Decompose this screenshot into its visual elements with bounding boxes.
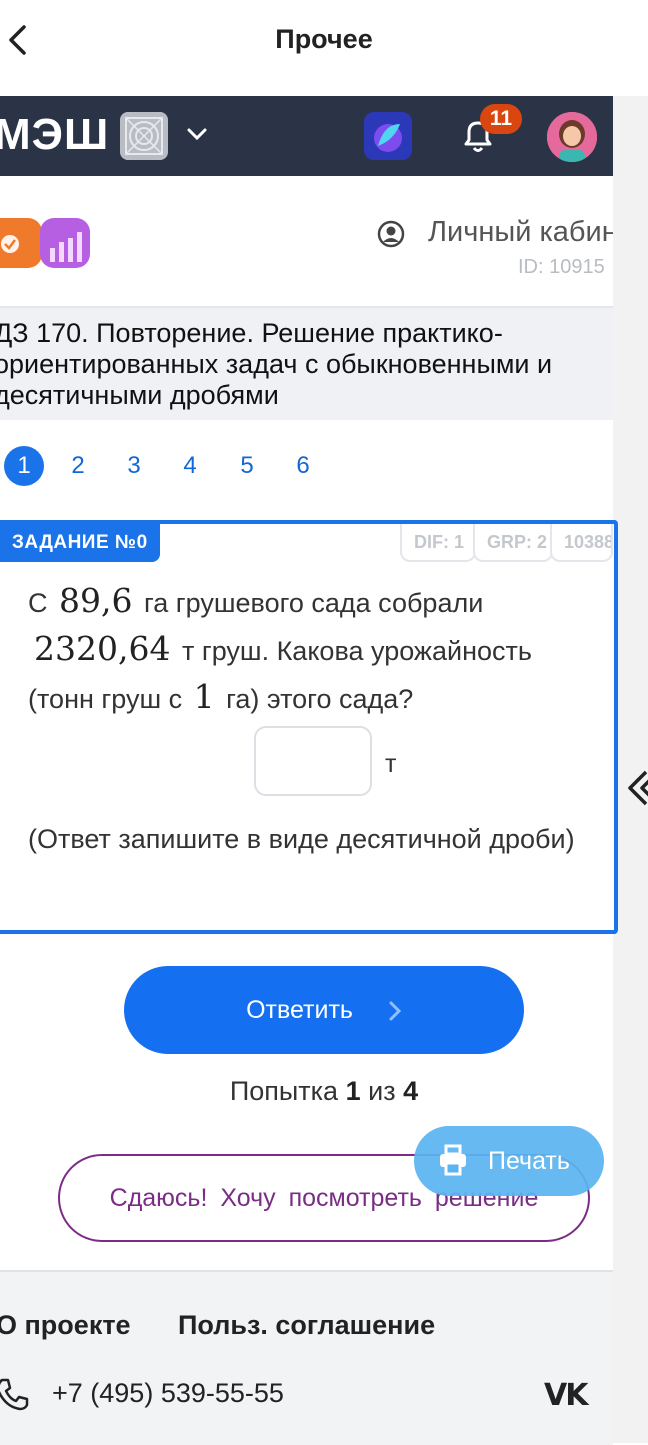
- screen-title: Прочее: [275, 24, 373, 54]
- question-number: 2320,64: [34, 629, 171, 668]
- task-code-tag: 10388: [550, 524, 613, 562]
- print-label: Печать: [488, 1147, 570, 1175]
- badge-check-icon: [1, 235, 19, 253]
- question-number: 1: [193, 677, 215, 716]
- question-text: (тонн груш с: [28, 684, 183, 714]
- topic-title: ДЗ 170. Повторение. Решение практико-ори…: [0, 318, 553, 410]
- printer-icon: [440, 1144, 466, 1176]
- user-avatar[interactable]: [547, 112, 597, 162]
- collapse-panel-icon[interactable]: [626, 768, 648, 808]
- print-button[interactable]: Печать: [414, 1126, 604, 1196]
- page-6[interactable]: 6: [283, 446, 323, 486]
- app-header: МЭШ 11: [0, 96, 613, 176]
- chevron-down-icon[interactable]: [186, 126, 208, 142]
- question-text: га) этого сада?: [226, 684, 414, 714]
- vk-icon[interactable]: VK: [544, 1378, 588, 1413]
- submit-answer-button[interactable]: Ответить: [124, 966, 524, 1054]
- chevron-right-icon: [389, 1001, 402, 1021]
- page-1[interactable]: 1: [4, 446, 44, 486]
- question-number: 89,6: [59, 581, 133, 620]
- difficulty-tag: DIF: 1: [400, 524, 476, 562]
- account-row: Личный кабин ID: 10915: [0, 176, 613, 308]
- group-tag: GRP: 2: [473, 524, 553, 562]
- answer-input[interactable]: [254, 726, 372, 796]
- terms-link[interactable]: Польз. соглашение: [178, 1310, 435, 1341]
- attempt-current: 1: [345, 1076, 361, 1106]
- question-text: С: [28, 588, 48, 618]
- attempt-counter: Попытка 1 из 4: [0, 1076, 648, 1107]
- answer-hint: (Ответ запишите в виде десятичной дроби): [28, 824, 575, 854]
- attempt-text: Попытка: [229, 1076, 339, 1106]
- bar-chart-icon: [50, 232, 82, 262]
- mesh-logo[interactable]: МЭШ: [0, 110, 109, 160]
- app-launcher-icon[interactable]: [364, 112, 412, 160]
- user-circle-icon: [377, 220, 405, 248]
- answer-unit: т: [385, 750, 397, 778]
- task-pager: 1 2 3 4 5 6: [0, 440, 613, 494]
- personal-account-link[interactable]: Личный кабин: [428, 216, 613, 249]
- footer: [0, 1270, 613, 1445]
- topic-header: ДЗ 170. Повторение. Решение практико-ори…: [0, 308, 613, 420]
- user-id: ID: 10915: [518, 256, 605, 278]
- attempt-total: 4: [403, 1076, 419, 1106]
- about-link[interactable]: О проекте: [0, 1310, 131, 1341]
- notifications-count-badge: 11: [480, 104, 522, 134]
- attempt-text: из: [368, 1076, 396, 1106]
- page-2[interactable]: 2: [58, 446, 98, 486]
- phone-icon: [0, 1378, 29, 1411]
- support-phone[interactable]: +7 (495) 539-55-55: [52, 1378, 284, 1409]
- task-label: ЗАДАНИЕ №0: [0, 524, 160, 562]
- submit-label: Ответить: [246, 996, 353, 1024]
- page-5[interactable]: 5: [227, 446, 267, 486]
- page-4[interactable]: 4: [170, 446, 210, 486]
- services-grid-icon[interactable]: [120, 112, 168, 160]
- task-question: С 89,6 га грушевого сада собрали 2320,64…: [28, 578, 588, 722]
- page-3[interactable]: 3: [114, 446, 154, 486]
- question-text: т груш. Какова урожайность: [181, 636, 532, 666]
- question-text: га грушевого сада собрали: [144, 588, 484, 618]
